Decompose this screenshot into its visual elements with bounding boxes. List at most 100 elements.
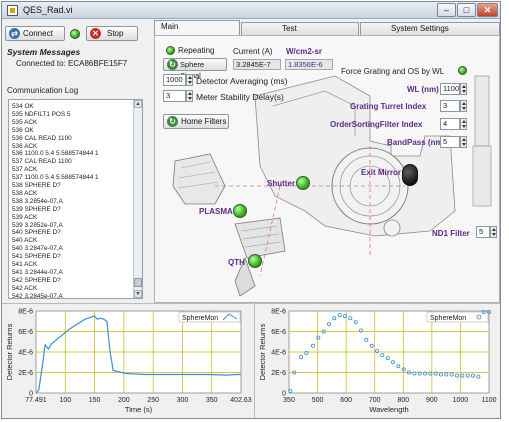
connect-button[interactable]: ⇄ Connect (5, 26, 65, 41)
wl-stepper[interactable] (460, 83, 467, 95)
bandpass-stepper[interactable] (460, 136, 467, 148)
home-filters-button[interactable]: ↻ Home Filters (163, 114, 229, 129)
shutter-led[interactable] (296, 176, 310, 190)
x-tick-label: 350 (206, 397, 218, 404)
detector-averaging-field[interactable]: 1000 (163, 74, 186, 86)
repeating-label: Repeating (178, 46, 215, 55)
log-entry: 542 SPHERE D? (12, 276, 61, 284)
order-sorting-field[interactable]: 4 (440, 118, 460, 130)
refresh-icon: ↻ (167, 59, 178, 70)
x-tick-label: 100 (59, 397, 71, 404)
order-sorting-label: OrderSortingFilter Index (330, 120, 423, 129)
bandpass-field[interactable]: 5 (440, 136, 460, 148)
x-tick-label: 800 (397, 397, 409, 404)
y-tick-label: 2E-6 (271, 370, 286, 377)
nd1-filter-label: ND1 Filter (432, 229, 470, 238)
app-icon (7, 5, 18, 16)
connect-label: Connect (23, 29, 53, 38)
y-axis-title: Detector Returns (5, 323, 14, 380)
legend-label: SphereMon (182, 315, 218, 322)
tab-test[interactable]: Test (241, 22, 359, 35)
title-bar: QES_Rad.vi – □ ✕ (2, 2, 500, 19)
qth-led[interactable] (248, 254, 262, 268)
tab-bar: Main Test System Settings (154, 20, 500, 35)
qth-label: QTH (228, 258, 245, 267)
stability-delay-stepper[interactable] (186, 90, 193, 102)
stop-label: Stop (107, 29, 124, 38)
current-label: Current (A) (233, 47, 273, 56)
y-tick-label: 2E-6 (18, 370, 33, 377)
wavelength-chart[interactable]: 02E-64E-66E-68E-6350 500 600 700 800 900 1000 1… (255, 304, 501, 419)
log-entry: 538 3.2854e-07,A (12, 197, 63, 205)
exit-mirror-indicator[interactable] (402, 164, 418, 186)
connect-icon: ⇄ (9, 28, 20, 39)
force-grating-led[interactable] (458, 66, 467, 75)
y-tick-label: 6E-6 (18, 329, 33, 336)
plasma-led[interactable] (233, 204, 247, 218)
grating-turret-field[interactable]: 3 (440, 100, 460, 112)
exit-mirror-label: Exit Mirror (361, 168, 402, 177)
order-sorting-stepper[interactable] (460, 118, 467, 130)
main-tab-panel: Repeating Current (A) W/cm2-sr ↻ Sphere … (154, 35, 500, 303)
maximize-button[interactable]: □ (457, 3, 476, 17)
scroll-up-icon[interactable]: ▲ (134, 100, 142, 108)
tab-main[interactable]: Main (154, 20, 240, 35)
x-tick-label: 300 (177, 397, 189, 404)
wl-label: WL (nm) (407, 85, 439, 94)
grating-turret-label: Grating Turret Index (350, 102, 427, 111)
sphere-signal-button[interactable]: ↻ Sphere Signal (163, 58, 227, 80)
y-tick-label: 6E-6 (271, 329, 286, 336)
log-entry: 540 SPHERE D? (12, 229, 61, 237)
connected-indicator-led (70, 29, 80, 39)
tab-system-settings[interactable]: System Settings (360, 22, 500, 35)
time-chart[interactable]: 02E-64E-66E-68E-677.491 100 150 200 250 300 35… (2, 304, 253, 419)
log-entry: 538 ACK (12, 189, 38, 197)
time-chart-panel: 0 2E-6 4E-6 6E-6 8E-6 77.491 100 150 200 250 300 35… (2, 303, 253, 419)
y-tick-label: 8E-6 (18, 309, 33, 316)
scroll-thumb[interactable] (134, 278, 142, 287)
log-entry: 536 ACK (12, 142, 38, 150)
nd1-filter-stepper[interactable] (490, 226, 497, 238)
communication-log[interactable]: 534 OK 535 NDFILT1 POS 5 535 ACK 536 OK 536 … (8, 99, 143, 299)
y-axis-title: Detector Returns (258, 323, 267, 380)
repeating-led[interactable] (166, 46, 175, 55)
x-tick-label: 250 (147, 397, 159, 404)
x-axis-title: Wavelength (369, 405, 408, 414)
minimize-button[interactable]: – (437, 3, 456, 17)
plasma-label: PLASMA (199, 207, 233, 216)
current-value-display: 3.2845E-7 (233, 59, 281, 70)
x-tick-label: 1100 (481, 397, 496, 404)
stability-delay-field[interactable]: 3 (163, 90, 186, 102)
stop-icon: ✕ (90, 28, 101, 39)
grating-turret-stepper[interactable] (460, 100, 467, 112)
connected-status-text: Connected to: ECA86BFE15F7 (16, 59, 128, 68)
log-scrollbar[interactable]: ▲ ▼ (133, 100, 142, 298)
app-window: QES_Rad.vi – □ ✕ ⇄ Connect ✕ Stop System… (1, 1, 501, 419)
nd1-filter-field[interactable]: 5 (476, 226, 490, 238)
force-grating-label: Force Grating and OS by WL (341, 67, 445, 76)
x-tick-label: 200 (118, 397, 130, 404)
wcm2-value-display: 1.8356E-6 (285, 59, 333, 70)
log-entry: 542 3.2845e-07,A (12, 292, 63, 299)
log-entry: 536 1100.0 5.4 5.588574844 1 (12, 150, 99, 158)
x-tick-label: 900 (426, 397, 438, 404)
y-tick-label: 8E-6 (271, 309, 286, 316)
log-entry: 537 CAL READ 1100 (12, 158, 72, 166)
left-panel: ⇄ Connect ✕ Stop System Messages Connect… (2, 20, 154, 302)
wcm2-label: W/cm2-sr (286, 47, 323, 56)
stop-button[interactable]: ✕ Stop (86, 26, 138, 41)
log-entry: 541 SPHERE D? (12, 253, 61, 261)
y-tick-label: 4E-6 (18, 350, 33, 357)
close-button[interactable]: ✕ (477, 3, 498, 17)
log-entry: 538 SPHERE D? (12, 182, 61, 189)
home-filters-label: Home Filters (181, 117, 227, 126)
wl-field[interactable]: 1100 (440, 83, 460, 95)
y-tick-label: 4E-6 (271, 350, 286, 357)
log-entry: 534 OK (12, 103, 34, 110)
log-entry: 540 ACK (12, 237, 38, 245)
legend-label: SphereMon (430, 315, 466, 322)
detector-averaging-stepper[interactable] (186, 74, 193, 86)
scroll-down-icon[interactable]: ▼ (134, 290, 142, 298)
log-entry: 541 3.2844e-07,A (12, 268, 63, 276)
x-tick-label: 600 (340, 397, 352, 404)
